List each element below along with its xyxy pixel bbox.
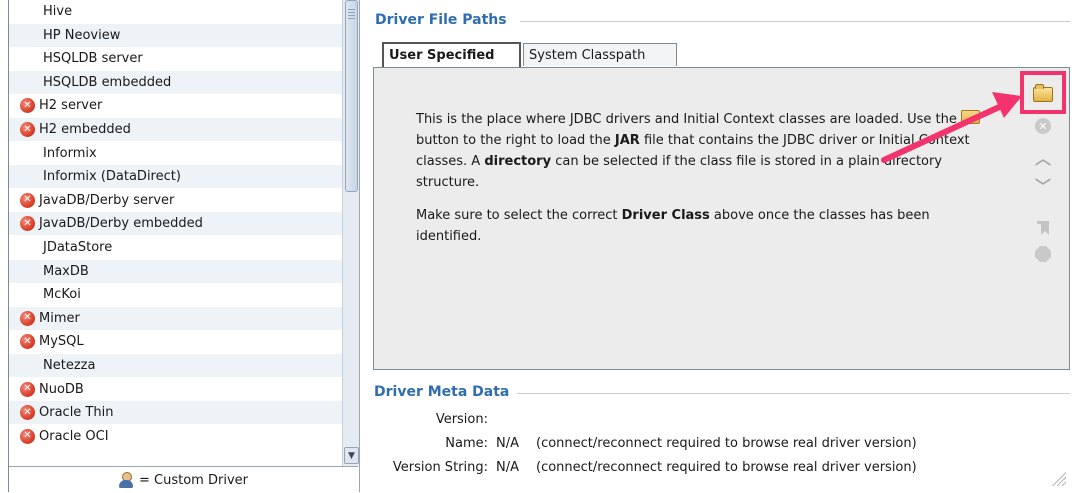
driver-label: JavaDB/Derby embedded [39,216,203,232]
driver-label: Hive [43,4,73,19]
driver-list-item[interactable]: MaxDB [9,259,342,283]
driver-list-item[interactable]: JDataStore [9,236,342,259]
remove-button[interactable]: ✕ [1033,116,1053,136]
jar-icon [1037,221,1049,235]
driver-list-item[interactable]: Informix (DataDirect) [9,165,342,189]
section-divider [517,393,1070,394]
driver-list[interactable]: Hive HP Neoview HSQLDB server HSQLDB embedd… [9,0,342,466]
move-up-icon: ︿ [1034,149,1051,168]
driver-label: H2 server [39,98,103,114]
stop-icon [1035,246,1051,262]
driver-list-item[interactable]: ✕ JavaDB/Derby embedded [9,212,342,236]
driver-list-item[interactable]: Hive [9,0,342,23]
info-paragraph-1: This is the place where JDBC drivers and… [416,109,986,193]
driver-label: H2 embedded [39,122,131,137]
error-icon: ✕ [20,192,35,208]
legend-text: = Custom Driver [139,472,248,488]
jar-button[interactable] [1033,218,1053,238]
stop-button[interactable] [1033,244,1053,264]
meta-row-name: Name: N/A (connect/reconnect required to… [370,436,1070,456]
highlight-box [1020,71,1066,114]
driver-label: JavaDB/Derby server [39,192,175,208]
move-up-button[interactable]: ︿ [1033,147,1053,168]
driver-list-item[interactable]: McKoi [9,283,342,306]
driver-list-item[interactable]: ✕ Oracle OCI [9,425,342,448]
driver-label: JDataStore [43,240,113,255]
meta-label: Version String: [392,460,488,475]
tab-label: System Classpath [529,47,646,63]
driver-list-item[interactable]: ✕ Mimer [9,306,342,330]
driver-label: Informix (DataDirect) [43,169,181,185]
driver-label: Oracle OCI [39,428,109,444]
driver-label: HSQLDB server [43,51,143,67]
error-icon: ✕ [20,216,35,232]
driver-label: HSQLDB embedded [43,74,172,90]
remove-icon: ✕ [1035,118,1051,134]
driver-list-item[interactable]: Informix [9,142,342,165]
driver-list-panel: Hive HP Neoview HSQLDB server HSQLDB embedd… [8,0,360,493]
driver-list-item[interactable]: ✕ MySQL [9,330,342,353]
folder-icon [961,110,981,124]
tab-system-classpath[interactable]: System Classpath [523,43,677,66]
driver-list-item[interactable]: HSQLDB server [9,47,342,70]
driver-label: NuoDB [39,381,84,397]
error-icon: ✕ [20,98,35,114]
error-icon: ✕ [20,428,35,444]
meta-row-version-string: Version String: N/A (connect/reconnect r… [370,460,1070,480]
driver-file-paths-title: Driver File Paths [375,12,507,28]
error-icon: ✕ [20,122,35,137]
driver-label: Mimer [39,310,80,326]
driver-label: Oracle Thin [39,405,114,421]
resize-grip-icon[interactable] [1050,470,1066,486]
tab-label: User Specified [389,48,495,63]
driver-label: Netezza [43,358,96,373]
move-down-button[interactable]: ﹀ [1033,175,1053,196]
driver-label: MySQL [39,334,84,350]
meta-value: N/A [496,460,519,475]
chevron-down-icon: ▼ [348,450,355,461]
scroll-down-button[interactable]: ▼ [344,447,359,464]
driver-label: MaxDB [43,263,89,279]
error-icon: ✕ [20,334,35,350]
driver-list-item[interactable]: ✕ Oracle Thin [9,401,342,425]
driver-list-item[interactable]: Netezza [9,354,342,377]
driver-list-item[interactable]: HSQLDB embedded [9,70,342,94]
meta-label: Version: [435,412,488,427]
user-icon [119,472,134,488]
driver-meta-data-title: Driver Meta Data [374,384,510,400]
meta-note: (connect/reconnect required to browse re… [536,460,917,475]
driver-list-item[interactable]: HP Neoview [9,23,342,47]
section-divider [520,21,1070,22]
driver-label: Informix [43,145,97,161]
scrollbar-thumb[interactable] [345,0,358,192]
info-text: This is the place where JDBC drivers and… [416,109,986,259]
meta-note: (connect/reconnect required to browse re… [536,436,917,451]
meta-row-version: Version: [370,412,1070,432]
error-icon: ✕ [20,310,35,326]
driver-label: McKoi [43,287,81,303]
info-paragraph-2: Make sure to select the correct Driver C… [416,208,930,244]
tab-user-specified[interactable]: User Specified [382,42,521,67]
move-down-icon: ﹀ [1034,177,1051,196]
driver-label: HP Neoview [43,27,121,43]
driver-list-item[interactable]: ✕ H2 embedded [9,118,342,141]
driver-list-item[interactable]: ✕ NuoDB [9,378,342,401]
error-icon: ✕ [20,381,35,397]
meta-value: N/A [496,436,519,451]
driver-list-scrollbar[interactable]: ▼ [342,0,359,466]
meta-label: Name: [445,436,488,451]
grip-icon [348,9,355,21]
custom-driver-legend: = Custom Driver [9,466,358,493]
driver-list-item[interactable]: ✕ H2 server [9,94,342,117]
error-icon: ✕ [20,405,35,421]
driver-list-item[interactable]: ✕ JavaDB/Derby server [9,189,342,212]
